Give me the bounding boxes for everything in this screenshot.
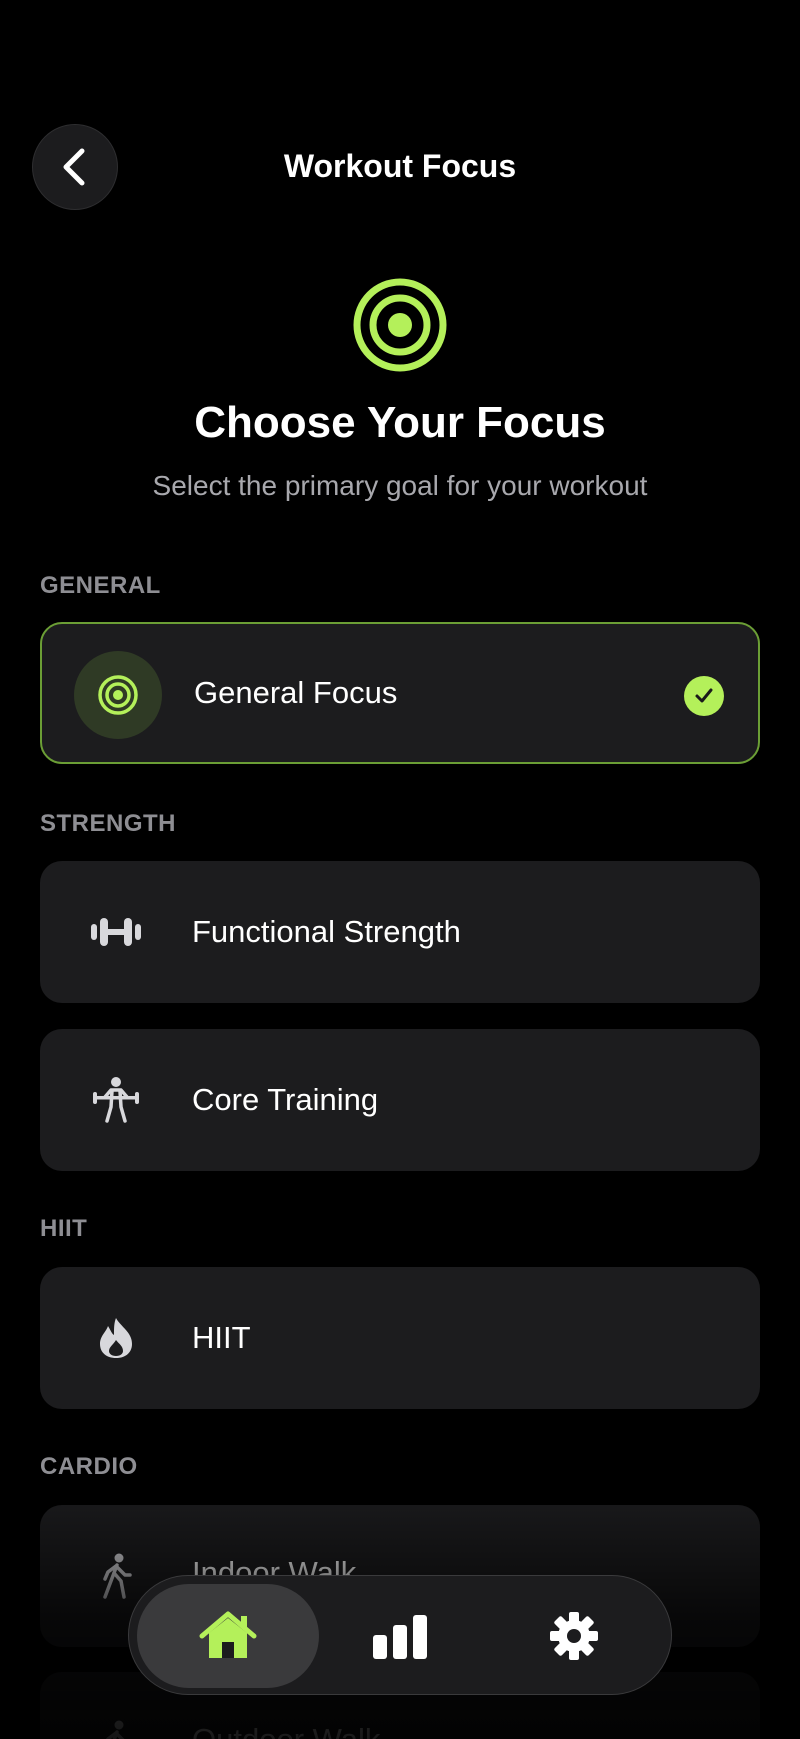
bar-chart-icon [373, 1615, 427, 1659]
dumbbell-icon [91, 918, 141, 946]
flame-icon [100, 1318, 132, 1358]
focus-option-icon-wrap [72, 1294, 160, 1382]
weightlifter-icon [93, 1077, 139, 1123]
hero-title: Choose Your Focus [194, 398, 606, 447]
checkmark-icon [684, 676, 724, 716]
focus-option-icon-wrap [74, 651, 162, 739]
focus-option-core-training[interactable]: Core Training [40, 1029, 760, 1171]
target-icon [98, 675, 138, 715]
section-label-hiit: HIIT [40, 1215, 88, 1242]
walking-icon [103, 1553, 132, 1599]
hero-subtitle: Select the primary goal for your workout [152, 470, 648, 501]
tab-home[interactable] [137, 1584, 319, 1688]
focus-option-hiit[interactable]: HIIT [40, 1267, 760, 1409]
walking-icon [106, 1720, 125, 1739]
section-label-strength: STRENGTH [40, 810, 176, 837]
header: Workout Focus [0, 0, 800, 240]
focus-option-icon-wrap [72, 1056, 160, 1144]
gear-icon [550, 1612, 598, 1660]
focus-option-label: HIIT [192, 1320, 251, 1355]
home-icon [199, 1611, 257, 1658]
focus-option-icon-wrap [72, 888, 160, 976]
focus-option-functional-strength[interactable]: Functional Strength [40, 861, 760, 1003]
section-label-cardio: CARDIO [40, 1453, 138, 1480]
tab-bar [128, 1575, 672, 1695]
section-label-general: GENERAL [40, 572, 161, 599]
target-icon [353, 278, 447, 372]
tab-settings[interactable] [483, 1584, 665, 1688]
focus-option-label: Outdoor Walk [192, 1722, 380, 1739]
tab-stats[interactable] [309, 1584, 491, 1688]
focus-option-label: Functional Strength [192, 914, 461, 949]
focus-option-label: General Focus [194, 675, 398, 710]
focus-option-icon-wrap [72, 1699, 160, 1739]
focus-option-general-focus[interactable]: General Focus [40, 622, 760, 764]
page-title: Workout Focus [283, 148, 517, 184]
focus-option-label: Core Training [192, 1082, 379, 1117]
